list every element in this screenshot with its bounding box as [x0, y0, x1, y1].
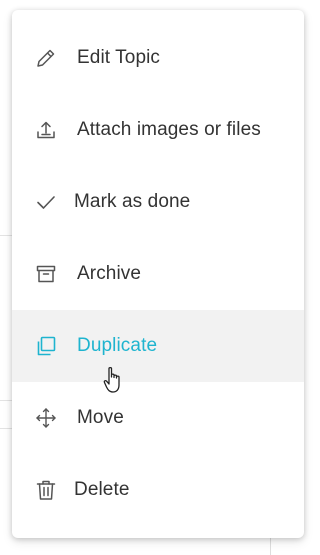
menu-item-label: Delete: [74, 479, 130, 500]
background-divider: [0, 400, 12, 401]
archive-box-icon: [34, 262, 58, 286]
duplicate-icon: [34, 334, 58, 358]
menu-item-label: Move: [77, 407, 124, 428]
checkmark-icon: [34, 190, 58, 214]
move-arrows-icon: [34, 406, 58, 430]
menu-item-edit-topic[interactable]: Edit Topic: [12, 22, 304, 94]
menu-item-label: Archive: [77, 263, 142, 284]
background-divider: [0, 428, 12, 429]
background-divider: [0, 235, 12, 236]
context-menu: Edit Topic Attach images or files Mark a…: [12, 10, 304, 538]
pencil-icon: [34, 46, 58, 70]
menu-item-label: Mark as done: [74, 191, 191, 212]
menu-item-delete[interactable]: Delete: [12, 454, 304, 526]
menu-item-mark-as-done[interactable]: Mark as done: [12, 166, 304, 238]
upload-icon: [34, 118, 58, 142]
menu-item-label: Attach images or files: [77, 119, 261, 140]
menu-item-move[interactable]: Move: [12, 382, 304, 454]
menu-item-duplicate[interactable]: Duplicate: [12, 310, 304, 382]
menu-item-label: Duplicate: [77, 335, 158, 356]
menu-item-attach[interactable]: Attach images or files: [12, 94, 304, 166]
menu-item-label: Edit Topic: [77, 47, 161, 68]
menu-item-archive[interactable]: Archive: [12, 238, 304, 310]
trash-icon: [34, 478, 58, 502]
